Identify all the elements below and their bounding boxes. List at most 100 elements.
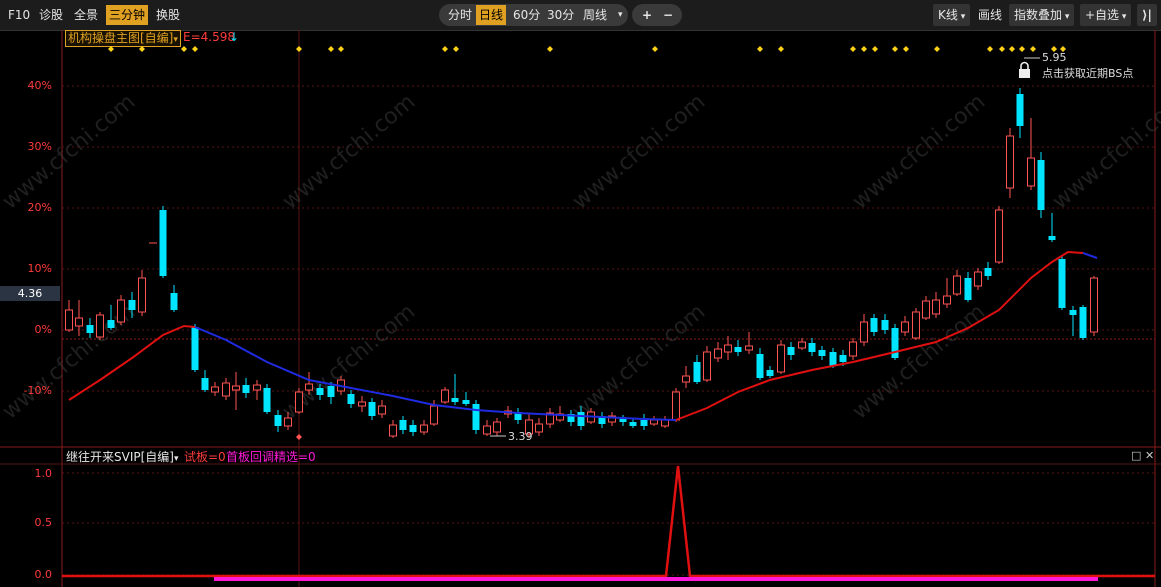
close-icon[interactable]: ✕ xyxy=(1145,449,1154,462)
candle-body-up xyxy=(974,271,982,287)
signal-diamond xyxy=(181,46,187,52)
candle-body-up xyxy=(703,351,711,381)
candle-body-up xyxy=(798,341,806,349)
kline-chart[interactable]: www.cfchi.com www.cfchi.com www.cfchi.com w… xyxy=(0,0,1161,587)
candle-body-up xyxy=(650,419,658,425)
candle-body-up xyxy=(912,311,920,339)
sub-y-tick-1: 1.0 xyxy=(34,467,53,480)
signal-diamond xyxy=(892,46,898,52)
candle-body-down xyxy=(1058,259,1066,308)
signal-diamond xyxy=(328,46,334,52)
candle-body-up xyxy=(117,299,125,323)
signal-diamond xyxy=(108,46,114,52)
candle-body-down xyxy=(964,278,972,300)
signal-diamond xyxy=(1030,46,1036,52)
candle-body-down xyxy=(191,327,199,370)
sub-y-tick-0: 0.0 xyxy=(34,568,53,581)
signal-diamonds xyxy=(108,46,1066,52)
signal-diamond xyxy=(778,46,784,52)
signal-diamond xyxy=(861,46,867,52)
high-price-label: 5.95 xyxy=(1042,51,1067,64)
y-tick-neg10: -10% xyxy=(23,384,52,397)
candle-body-up xyxy=(672,391,680,421)
candle-body-up xyxy=(295,391,303,413)
signal-diamond xyxy=(872,46,878,52)
candle-body-up xyxy=(211,386,219,393)
candle-body-down xyxy=(399,420,407,430)
signal-diamond xyxy=(999,46,1005,52)
candle-body-down xyxy=(1037,160,1045,210)
candle-body-down xyxy=(201,378,209,390)
candle-body-up xyxy=(441,389,449,403)
candle-body-down xyxy=(766,370,774,376)
restore-icon[interactable]: □ xyxy=(1131,449,1141,462)
candle-body-down xyxy=(368,402,376,416)
candle-body-down xyxy=(159,210,167,276)
sub-y-tick-05: 0.5 xyxy=(34,516,53,529)
low-price-label: 3.39 xyxy=(508,430,533,443)
candle-body-down xyxy=(170,293,178,310)
trial-board-line xyxy=(62,465,1155,578)
signal-diamond xyxy=(296,46,302,52)
candle-body-up xyxy=(96,314,104,338)
candle-body-up xyxy=(358,401,366,407)
candle-body-down xyxy=(451,398,459,402)
bs-points-hint[interactable]: 点击获取近期BS点 xyxy=(1042,67,1133,80)
candle-body-up xyxy=(745,345,753,351)
signal-diamond xyxy=(547,46,553,52)
current-price-tag: 4.36 xyxy=(0,286,60,301)
candle-body-up xyxy=(389,424,397,437)
watermark-text: www.cfchi.com xyxy=(1048,89,1161,214)
candle-body-up xyxy=(901,321,909,333)
sub-indicator-selector[interactable]: 继往开来SVIP[自编]▾ xyxy=(66,450,179,465)
chevron-down-icon: ▾ xyxy=(173,454,179,464)
signal-diamond xyxy=(192,46,198,52)
candle-body-down xyxy=(327,386,335,397)
candle-body-up xyxy=(232,385,240,391)
candle-body-down xyxy=(472,404,480,430)
candle-body-down xyxy=(839,355,847,362)
candle-body-up xyxy=(420,424,428,433)
y-tick-40: 40% xyxy=(27,79,52,92)
candle-body-up xyxy=(253,384,261,391)
candle-body-down xyxy=(128,300,136,310)
candle-body-down xyxy=(316,388,324,395)
y-tick-10: 10% xyxy=(27,262,52,275)
candle-body-down xyxy=(274,415,282,426)
signal-diamond xyxy=(1009,46,1015,52)
candle-body-down xyxy=(263,388,271,412)
signal-diamond xyxy=(442,46,448,52)
candle-body-up xyxy=(777,344,785,373)
candle-body-down xyxy=(1016,94,1024,126)
watermark-text: www.cfchi.com xyxy=(568,299,710,424)
y-tick-20: 20% xyxy=(27,201,52,214)
signal-diamond xyxy=(1019,46,1025,52)
signal-diamond xyxy=(139,46,145,52)
candle-body-up xyxy=(682,375,690,383)
candle-body-down xyxy=(756,354,764,378)
candle-body-up xyxy=(138,277,146,313)
signal-diamond xyxy=(757,46,763,52)
signal-diamond xyxy=(338,46,344,52)
signal-diamond xyxy=(453,46,459,52)
lock-icon[interactable] xyxy=(1019,61,1030,79)
candle-body-down xyxy=(640,420,648,426)
candle-body-up xyxy=(75,317,83,327)
candle-body-up xyxy=(943,295,951,305)
candle-body-up xyxy=(1027,157,1035,187)
signal-diamond xyxy=(903,46,909,52)
candle-body-up xyxy=(1090,277,1098,333)
sub-value-firstboard: 首板回调精选=0 xyxy=(226,450,316,464)
signal-diamond xyxy=(850,46,856,52)
signal-diamond xyxy=(987,46,993,52)
y-tick-30: 30% xyxy=(27,140,52,153)
candle-body-down xyxy=(1079,307,1087,338)
candle-body-down xyxy=(829,352,837,366)
sub-value-trial: 试板=0 xyxy=(184,450,226,464)
candle-body-down xyxy=(347,394,355,404)
low-signal-diamond xyxy=(296,434,302,440)
candle-body-up xyxy=(724,344,732,353)
candle-body-down xyxy=(629,422,637,426)
candle-body-down xyxy=(734,347,742,352)
candle-body-down xyxy=(881,320,889,330)
